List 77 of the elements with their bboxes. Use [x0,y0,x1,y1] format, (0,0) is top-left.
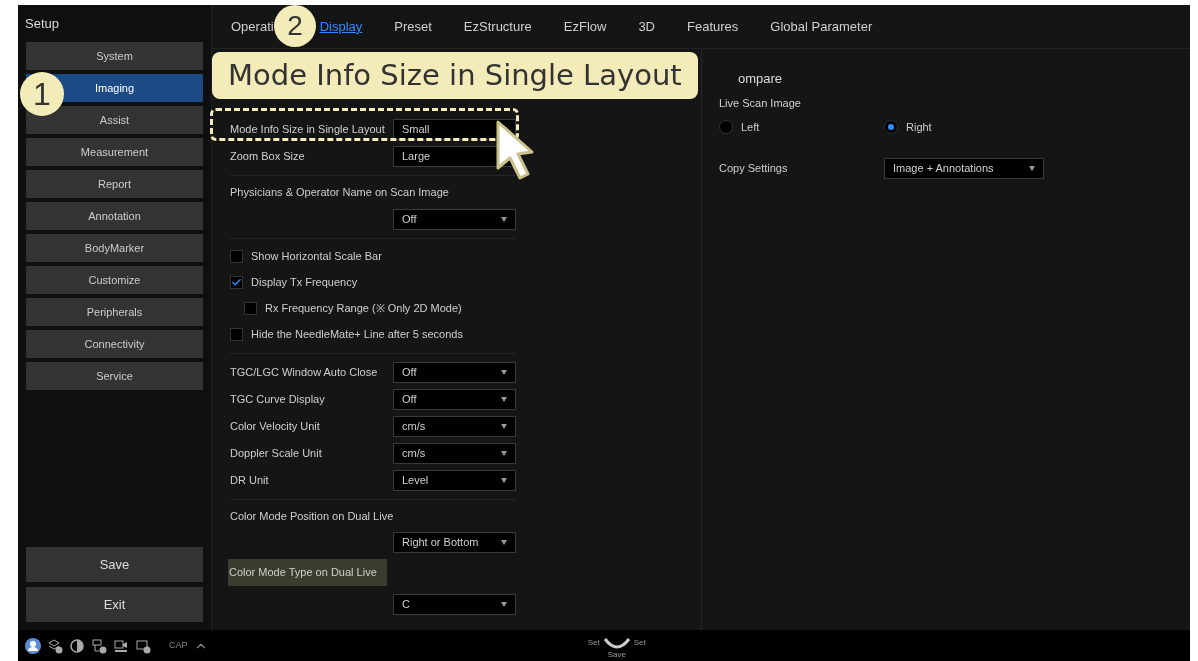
caret-icon [501,423,507,429]
tab[interactable]: Preset [394,16,432,37]
section-title: ompare [737,70,784,88]
dial-label: Set [587,636,600,649]
caret-icon [501,477,507,483]
caret-icon [501,450,507,456]
exit-button[interactable]: Exit [26,587,203,622]
setting-label: Zoom Box Size [230,149,306,165]
sidebar-item[interactable]: Connectivity [26,330,203,358]
dropdown[interactable]: cm/s [393,415,516,437]
sidebar-item[interactable]: Measurement [26,138,203,166]
dial-label: Set [633,636,646,649]
save-button[interactable]: Save [26,547,203,582]
tab[interactable]: Operati [231,16,274,37]
check-icon [231,277,242,288]
sidebar-item[interactable]: Assist [26,106,203,134]
dropdown[interactable]: Image + Annotations [884,157,1044,179]
tab[interactable]: Features [687,16,739,37]
caret-icon [501,601,507,607]
radio-label: Left [741,120,760,135]
callout-tooltip: Mode Info Size in Single Layout [212,52,698,99]
checkbox[interactable] [244,302,257,315]
checkbox-label: Rx Frequency Range (※ Only 2D Mode) [265,301,462,317]
setting-label: TGC Curve Display [230,391,326,407]
sidebar-item[interactable]: Annotation [26,202,203,230]
caret-icon [501,540,507,545]
tab[interactable]: EzStructure [463,16,532,37]
checkbox-label: Show Horizontal Scale Bar [251,249,382,265]
dropdown[interactable]: cm/s [393,442,516,464]
radio-button[interactable] [719,120,733,135]
caret-icon [501,369,507,375]
setting-label: Color Velocity Unit [230,418,321,434]
setting-label: Color Mode Type on Dual Live [228,559,387,586]
sidebar-item[interactable]: BodyMarker [26,234,203,262]
sidebar-item[interactable]: Customize [26,266,203,294]
caret-icon [501,216,507,222]
setting-label: Copy Settings [719,160,789,176]
checkbox-label: Hide the NeedleMate+ Line after 5 seconds [251,327,463,343]
setting-label: Color Mode Position on Dual Live [230,508,394,524]
caret-icon [501,396,507,402]
setting-label: Live Scan Image [719,95,802,111]
sidebar-item[interactable]: Peripherals [26,298,203,326]
sidebar-item[interactable]: Report [26,170,203,198]
setting-label: TGC/LGC Window Auto Close [230,364,379,380]
radio-button[interactable] [884,120,898,135]
dropdown[interactable]: C [393,593,516,615]
sidebar-item[interactable]: Service [26,362,203,390]
network-icon[interactable] [91,637,107,654]
tab[interactable]: Display [319,16,363,37]
dropdown[interactable]: Off [393,208,516,230]
user-icon[interactable] [25,637,41,654]
checkbox[interactable] [230,276,243,289]
radio-label: Right [906,120,932,135]
dial-icon [601,636,632,651]
video-camera-icon[interactable] [113,637,129,654]
layers-icon[interactable] [47,637,63,654]
image-icon[interactable] [135,637,151,654]
sidebar-item[interactable]: System [26,42,203,70]
dropdown[interactable]: Off [393,361,516,383]
dial-label: Save [607,650,626,659]
dropdown[interactable]: Right or Bottom [393,532,516,553]
cap-label: CAP [169,638,188,652]
checkbox[interactable] [230,250,243,263]
sidebar-title: Setup [25,14,60,33]
setting-label: Doppler Scale Unit [230,445,323,461]
tab[interactable]: EzFlow [563,16,607,37]
contrast-icon[interactable] [69,637,85,654]
setting-label: Mode Info Size in Single Layout [230,122,386,138]
dropdown[interactable]: Level [393,469,516,491]
setting-label: Physicians & Operator Name on Scan Image [230,185,449,200]
checkbox[interactable] [230,328,243,341]
tab[interactable]: Global Parameter [770,16,873,37]
setting-label: DR Unit [230,472,270,488]
tab[interactable]: 3D [638,16,655,37]
dropdown[interactable]: Off [393,388,516,410]
checkbox-label: Display Tx Frequency [251,275,358,291]
caret-icon [1029,165,1035,171]
